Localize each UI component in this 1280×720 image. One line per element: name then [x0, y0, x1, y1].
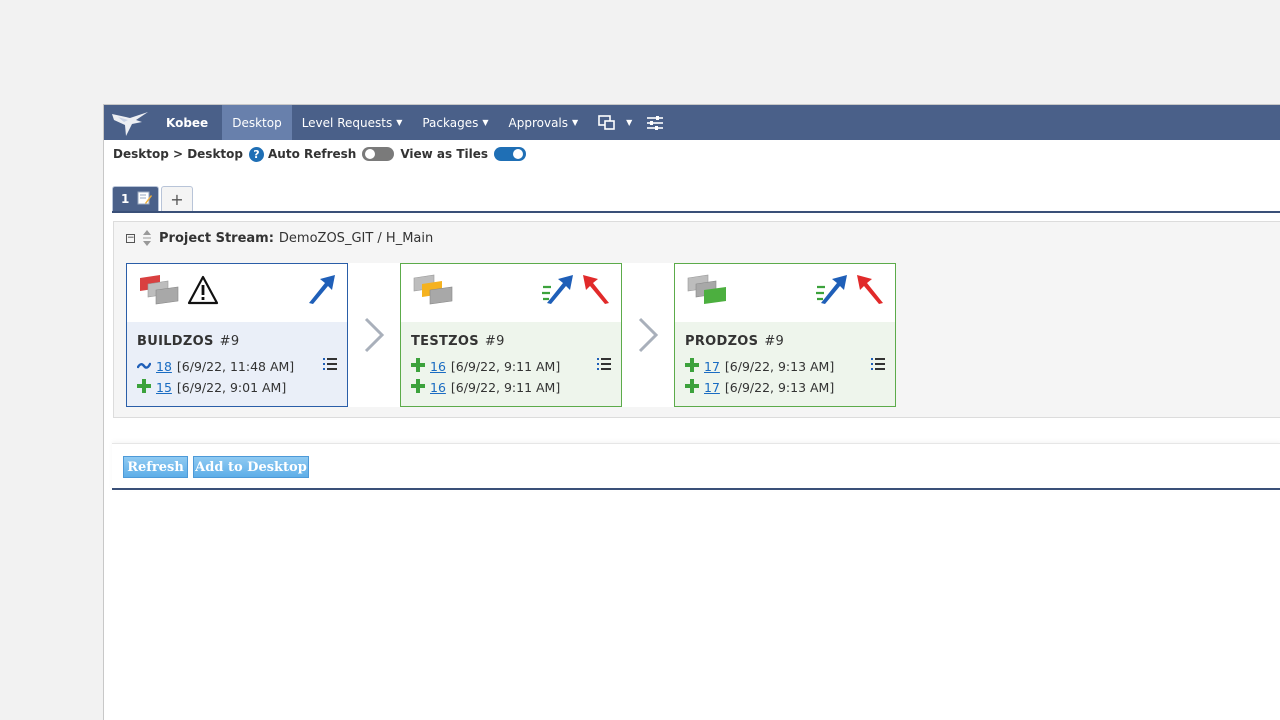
windows-icon[interactable]: [594, 105, 620, 140]
caret-down-icon[interactable]: ▼: [620, 105, 642, 140]
package-link[interactable]: 16: [430, 380, 446, 395]
help-icon[interactable]: ?: [249, 146, 264, 162]
level-name: PRODZOS #9: [685, 334, 785, 349]
settings-sliders-icon[interactable]: [642, 105, 668, 140]
auto-refresh-label: Auto Refresh: [268, 147, 357, 161]
package-link[interactable]: 16: [430, 359, 446, 374]
nav-packages-label: Packages: [422, 115, 479, 130]
caret-down-icon: ▼: [482, 118, 489, 127]
list-icon[interactable]: [323, 358, 337, 373]
list-icon[interactable]: [871, 358, 885, 373]
app-window: Kobee Desktop Level Requests ▼ Packages …: [103, 104, 1280, 720]
demote-arrow-icon[interactable]: [855, 273, 885, 308]
edit-note-icon[interactable]: [137, 190, 153, 208]
level-tile-testzos[interactable]: TESTZOS #9 16 [6/9/22, 9:11 AM] 16 [6/9/2…: [400, 263, 622, 407]
level-stack-icon: [686, 274, 730, 311]
level-stack-icon: [138, 274, 182, 311]
package-line: 17 [6/9/22, 9:13 AM]: [685, 356, 885, 377]
tab-1[interactable]: 1: [112, 186, 159, 211]
tab-divider: [112, 211, 1280, 213]
package-link[interactable]: 18: [156, 359, 172, 374]
package-line: 16 [6/9/22, 9:11 AM]: [411, 356, 611, 377]
brand-name[interactable]: Kobee: [156, 116, 222, 130]
plus-icon: [411, 358, 425, 375]
tile-body: TESTZOS #9 16 [6/9/22, 9:11 AM] 16 [6/9/2…: [401, 322, 621, 406]
caret-down-icon: ▼: [396, 118, 403, 127]
level-stack-icon: [412, 274, 456, 311]
tab-1-label: 1: [121, 192, 130, 206]
package-link[interactable]: 15: [156, 380, 172, 395]
add-tab-button[interactable]: +: [161, 186, 193, 211]
level-number: #9: [484, 334, 505, 349]
package-date: [6/9/22, 9:11 AM]: [450, 359, 561, 374]
package-line: 16 [6/9/22, 9:11 AM]: [411, 377, 611, 398]
package-date: [6/9/22, 9:01 AM]: [176, 380, 287, 395]
stream-prefix: Project Stream:: [159, 230, 274, 246]
kobee-logo-icon[interactable]: [104, 105, 156, 140]
refresh-button[interactable]: Refresh: [123, 456, 188, 478]
level-name: TESTZOS #9: [411, 334, 505, 349]
nav-desktop-label: Desktop: [232, 115, 282, 130]
level-tile-prodzos[interactable]: PRODZOS #9 17 [6/9/22, 9:13 AM] 17 [6/9/2…: [674, 263, 896, 407]
auto-refresh-toggle[interactable]: [362, 147, 395, 161]
breadcrumb-text[interactable]: Desktop > Desktop: [113, 147, 243, 161]
view-as-tiles-toggle[interactable]: [494, 147, 527, 161]
package-link[interactable]: 17: [704, 359, 720, 374]
plus-icon: [137, 379, 151, 396]
nav-level-requests-label: Level Requests: [301, 115, 393, 130]
tile-header: [127, 264, 347, 322]
level-name: BUILDZOS #9: [137, 334, 240, 349]
caret-down-icon: ▼: [572, 118, 579, 127]
package-line: 18 [6/9/22, 11:48 AM]: [136, 356, 337, 377]
package-line: 17 [6/9/22, 9:13 AM]: [685, 377, 885, 398]
project-stream-panel: − Project Stream: DemoZOS_GIT / H_Main B…: [113, 221, 1280, 418]
promote-arrow-icon[interactable]: [541, 273, 575, 308]
reorder-arrows-icon[interactable]: [142, 230, 152, 246]
package-date: [6/9/22, 11:48 AM]: [176, 359, 295, 374]
nav-approvals[interactable]: Approvals ▼: [499, 105, 589, 140]
stream-name: DemoZOS_GIT / H_Main: [278, 230, 434, 246]
warning-icon[interactable]: [187, 275, 219, 308]
chevron-right-icon: [348, 263, 400, 407]
button-bar-divider: [112, 488, 1280, 490]
plus-icon: [685, 358, 699, 375]
tile-header: [401, 264, 621, 322]
package-date: [6/9/22, 9:13 AM]: [724, 359, 835, 374]
package-line: 15 [6/9/22, 9:01 AM]: [137, 377, 337, 398]
promote-arrow-icon[interactable]: [815, 273, 849, 308]
package-link[interactable]: 17: [704, 380, 720, 395]
tile-body: PRODZOS #9 17 [6/9/22, 9:13 AM] 17 [6/9/2…: [675, 322, 895, 406]
breadcrumb: Desktop > Desktop ? Auto Refresh View as…: [113, 145, 532, 163]
nav-packages[interactable]: Packages ▼: [412, 105, 498, 140]
nav-approvals-label: Approvals: [508, 115, 569, 130]
panel-header: − Project Stream: DemoZOS_GIT / H_Main: [126, 230, 433, 246]
nav-level-requests[interactable]: Level Requests ▼: [292, 105, 413, 140]
package-date: [6/9/22, 9:13 AM]: [724, 380, 835, 395]
tile-header: [675, 264, 895, 322]
add-to-desktop-button[interactable]: Add to Desktop: [193, 456, 309, 478]
chevron-right-icon: [622, 263, 674, 407]
package-date: [6/9/22, 9:11 AM]: [450, 380, 561, 395]
collapse-icon[interactable]: −: [126, 233, 135, 243]
plus-icon: [685, 379, 699, 396]
desktop-tabs: 1 +: [112, 186, 193, 211]
view-as-tiles-label: View as Tiles: [400, 147, 489, 161]
top-navbar: Kobee Desktop Level Requests ▼ Packages …: [104, 105, 1280, 140]
level-number: #9: [764, 334, 785, 349]
level-number: #9: [219, 334, 240, 349]
promote-arrow-icon[interactable]: [307, 273, 337, 308]
plus-icon: [411, 379, 425, 396]
build-wave-icon: [136, 359, 152, 374]
demote-arrow-icon[interactable]: [581, 273, 611, 308]
nav-desktop[interactable]: Desktop: [222, 105, 292, 140]
button-bar: Refresh Add to Desktop: [112, 443, 1280, 491]
level-tile-buildzos[interactable]: BUILDZOS #9 18 [6/9/22, 11:48 AM] 15 [6/9…: [126, 263, 348, 407]
list-icon[interactable]: [597, 358, 611, 373]
tile-body: BUILDZOS #9 18 [6/9/22, 11:48 AM] 15 [6/9…: [127, 322, 347, 406]
